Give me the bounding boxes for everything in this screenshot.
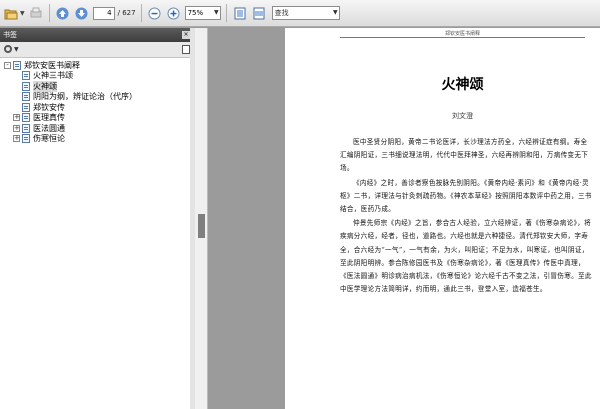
- options-dropdown-icon[interactable]: ▼: [14, 46, 19, 53]
- bookmark-icon: [13, 60, 21, 70]
- expand-icon[interactable]: +: [13, 135, 20, 143]
- zoom-value: 75%: [187, 9, 204, 17]
- zoom-select[interactable]: 75% ▼: [184, 6, 221, 20]
- bookmark-label: 郑钦安医书阐释: [24, 60, 80, 70]
- search-placeholder: 查找: [274, 9, 289, 17]
- search-input[interactable]: 查找 ▼: [271, 6, 340, 20]
- bookmarks-panel: 书签 × ▼ - 郑钦安医书阐释 火神三书颂 火神颂 阴阳为纲，辨证论治（代序）: [0, 28, 195, 409]
- page-body: 医中圣贤分阴阳，黄帝二书论医详，长沙理法方药全，六经辨证症有纲。寿全汇编阴阳证，…: [340, 136, 592, 297]
- paragraph: 《内经》之时，善诊者察色按脉先别阴阳。《黄帝内经·素问》和《黄帝内经·灵枢》二书…: [340, 178, 592, 214]
- toolbar-divider: [225, 4, 227, 22]
- bookmark-label: 火神颂: [33, 80, 57, 92]
- bookmark-label: 郑钦安传: [33, 102, 65, 112]
- bookmark-label: 医理真传: [33, 113, 65, 123]
- bookmark-item[interactable]: 火神三书颂: [0, 71, 194, 82]
- expand-panel-icon[interactable]: [182, 45, 190, 54]
- open-file-icon[interactable]: [3, 5, 19, 21]
- close-icon[interactable]: ×: [182, 31, 190, 39]
- bookmarks-header: 书签 ×: [0, 28, 194, 42]
- fit-page-icon[interactable]: [232, 5, 248, 21]
- bookmark-item[interactable]: 阴阳为纲，辨证论治（代序）: [0, 92, 194, 103]
- toolbar-divider: [48, 4, 50, 22]
- bookmark-icon: [22, 71, 30, 81]
- navigation-strip: [195, 28, 208, 409]
- main-toolbar: ▼ 4 / 627 75% ▼ 查找 ▼: [0, 0, 600, 27]
- bookmark-label: 火神三书颂: [33, 71, 73, 81]
- header-rule: [340, 37, 585, 38]
- collapse-icon[interactable]: -: [4, 61, 11, 69]
- bookmark-tree: - 郑钦安医书阐释 火神三书颂 火神颂 阴阳为纲，辨证论治（代序） 郑钦安传 +: [0, 58, 194, 144]
- chevron-down-icon: ▼: [332, 9, 338, 16]
- bookmark-item-selected[interactable]: 火神颂: [0, 80, 194, 92]
- panel-resize-handle[interactable]: [198, 214, 205, 238]
- page-title: 火神颂: [441, 77, 484, 93]
- toolbar-divider: [140, 4, 142, 22]
- bookmark-label: 医法圆通: [33, 123, 65, 133]
- bookmark-icon: [22, 113, 30, 123]
- bookmark-icon: [22, 81, 30, 91]
- bookmark-icon: [22, 123, 30, 133]
- paragraph: 仲景先师宗《内经》之旨，参合古人经验，立六经辨证，著《伤寒杂病论》，将疾病分六经…: [340, 219, 592, 294]
- print-disabled-icon: [28, 5, 44, 21]
- fit-width-icon[interactable]: [251, 5, 267, 21]
- previous-page-icon[interactable]: [55, 5, 71, 21]
- bookmark-root[interactable]: - 郑钦安医书阐释: [0, 60, 194, 71]
- author-name: 刘文澄: [452, 112, 473, 120]
- bookmark-label: 伤寒恒论: [33, 134, 65, 144]
- bookmark-item[interactable]: 郑钦安传: [0, 102, 194, 113]
- bookmark-label: 阴阳为纲，辨证论治（代序）: [33, 92, 137, 102]
- paragraph: 医中圣贤分阴阳，黄帝二书论医详，长沙理法方药全，六经辨证症有纲。寿全汇编阴阳证，…: [340, 138, 589, 173]
- page-number-input[interactable]: 4: [92, 6, 115, 20]
- bookmark-item[interactable]: + 医法圆通: [0, 123, 194, 134]
- bookmark-icon: [22, 92, 30, 102]
- open-dropdown-icon[interactable]: ▼: [20, 10, 25, 17]
- running-head: 郑钦安医书阐释: [444, 31, 480, 37]
- bookmarks-title: 书签: [3, 31, 17, 39]
- expand-icon[interactable]: +: [13, 124, 20, 132]
- bookmark-item[interactable]: + 医理真传: [0, 113, 194, 124]
- document-page: 郑钦安医书阐释 火神颂 刘文澄 医中圣贤分阴阳，黄帝二书论医详，长沙理法方药全，…: [285, 28, 600, 409]
- page-total: / 627: [117, 9, 136, 17]
- expand-icon[interactable]: +: [13, 114, 20, 122]
- zoom-in-icon[interactable]: [166, 5, 182, 21]
- options-icon[interactable]: [3, 44, 13, 56]
- bookmark-icon: [22, 102, 30, 112]
- bookmarks-toolbar: ▼: [0, 42, 194, 58]
- next-page-icon[interactable]: [74, 5, 90, 21]
- bookmark-icon: [22, 134, 30, 144]
- zoom-out-icon[interactable]: [147, 5, 163, 21]
- bookmark-item[interactable]: + 伤寒恒论: [0, 134, 194, 145]
- chevron-down-icon: ▼: [213, 9, 219, 16]
